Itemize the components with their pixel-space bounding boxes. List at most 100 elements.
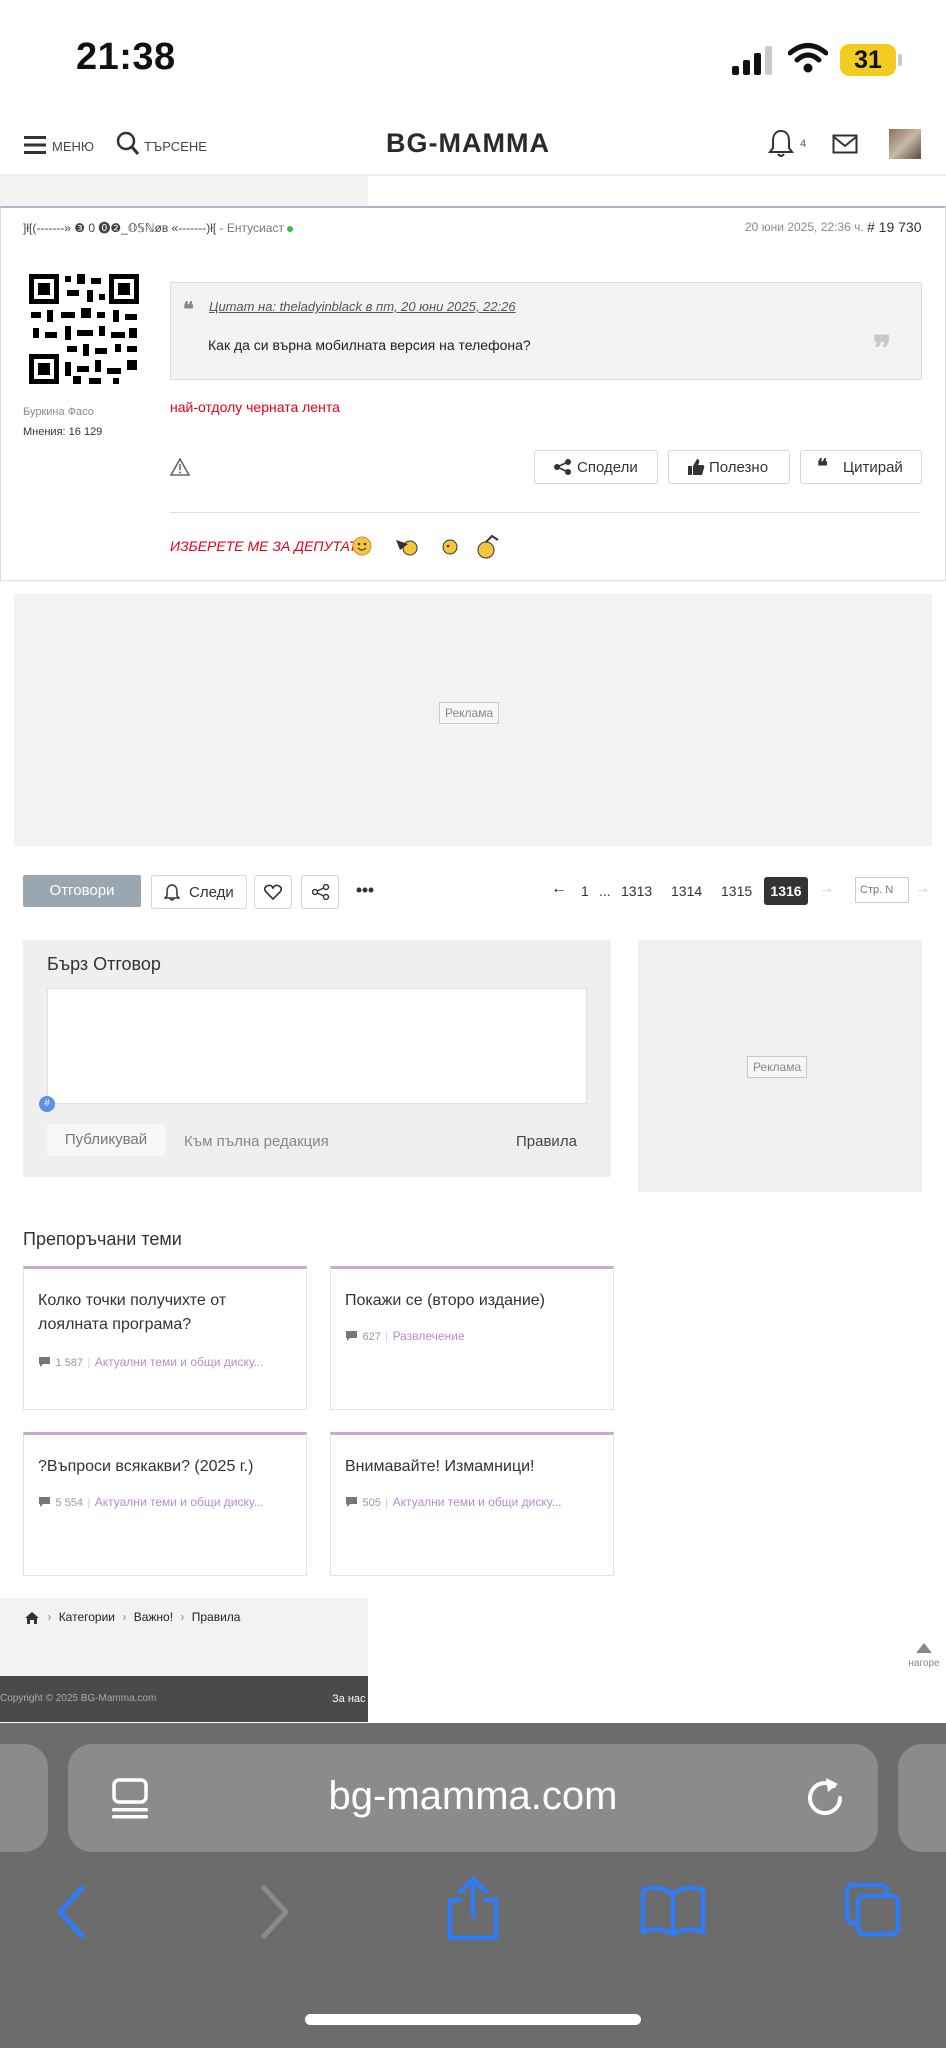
comment-icon xyxy=(346,1330,357,1341)
recommended-card-meta: 5 554 | Актуални теми и общи диску... xyxy=(38,1493,264,1511)
breadcrumb-item[interactable]: Правила xyxy=(192,1610,241,1624)
address-bar[interactable]: bg-mamma.com xyxy=(68,1744,878,1852)
quote-button[interactable]: ❝ Цитирай xyxy=(800,450,922,484)
menu-label: МЕНЮ xyxy=(52,139,95,154)
recommended-card[interactable]: Покажи се (второ издание) 627 | Развлече… xyxy=(330,1266,614,1410)
home-indicator[interactable] xyxy=(305,2014,641,2025)
ad-banner[interactable]: Реклама xyxy=(14,594,932,846)
recommended-category[interactable]: Актуални теми и общи диску... xyxy=(95,1355,264,1369)
post-author-name[interactable]: ]ł[(-------» ❸ 0 ⓿❷_𝕆𝕊ℕøв «-------)ł[ xyxy=(23,221,216,235)
footer-copyright: Copyright © 2025 BG-Mamma.com xyxy=(0,1693,157,1704)
recommended-card-title: ?Въпроси всякакви? (2025 г.) xyxy=(38,1458,254,1475)
share-icon xyxy=(554,459,571,475)
battery-tip xyxy=(898,54,902,66)
comment-count: 627 xyxy=(362,1331,381,1343)
bookmarks-icon[interactable] xyxy=(640,1884,706,1936)
hashtag-icon[interactable]: # xyxy=(39,1096,55,1112)
next-tab-preview[interactable] xyxy=(898,1744,946,1852)
page-1314[interactable]: 1314 xyxy=(671,883,702,899)
post-number[interactable]: # 19 730 xyxy=(867,219,922,235)
quote-label: Цитирай xyxy=(843,459,903,476)
reload-icon[interactable] xyxy=(804,1776,846,1820)
post-author-line: ]ł[(-------» ❸ 0 ⓿❷_𝕆𝕊ℕøв «-------)ł[ - … xyxy=(23,219,294,236)
post-quote: ❝ Цитат на: theladyinblack в пт, 20 юни … xyxy=(170,282,922,380)
recommended-card-title: Внимавайте! Измамници! xyxy=(345,1458,535,1475)
tabs-icon[interactable] xyxy=(844,1882,902,1938)
page-1313[interactable]: 1313 xyxy=(621,883,652,899)
search-label: ТЪРСЕНЕ xyxy=(144,139,207,154)
share-button[interactable]: Сподели xyxy=(534,450,658,484)
page-ellipsis: ... xyxy=(599,883,611,899)
breadcrumb-item[interactable]: Категории xyxy=(59,1610,115,1624)
post-author-rank: - Ентусиаст xyxy=(219,221,284,235)
go-page-arrow-icon[interactable]: → xyxy=(914,880,930,898)
opinions-label: Мнения: xyxy=(23,426,66,438)
page-number-input[interactable] xyxy=(855,877,909,903)
bell-icon[interactable] xyxy=(768,128,794,158)
rules-link[interactable]: Правила xyxy=(516,1133,577,1150)
quick-reply-title: Бърз Отговор xyxy=(47,954,161,974)
breadcrumb-item[interactable]: Важно! xyxy=(134,1610,173,1624)
author-location: Буркина Фасо xyxy=(23,406,94,418)
site-footer: Copyright © 2025 BG-Mamma.com За нас xyxy=(0,1676,368,1722)
recommended-card-title: Колко точки получихте от лоялната програ… xyxy=(38,1292,227,1333)
share-thread-button[interactable] xyxy=(301,875,339,909)
next-page-arrow-icon: → xyxy=(818,880,834,897)
gray-band xyxy=(0,176,368,206)
ad-sidebar[interactable]: Реклама xyxy=(638,940,922,1192)
online-indicator xyxy=(287,225,294,232)
share-outline-icon xyxy=(312,884,330,900)
site-logo[interactable]: BG-MAMMA xyxy=(386,128,550,159)
favorite-button[interactable] xyxy=(254,875,292,909)
wifi-icon xyxy=(788,43,828,73)
comment-icon xyxy=(346,1496,357,1507)
share-sheet-icon[interactable] xyxy=(446,1876,500,1942)
recommended-card[interactable]: Внимавайте! Измамници! 505 | Актуални те… xyxy=(330,1432,614,1576)
quote-citation[interactable]: Цитат на: theladyinblack в пт, 20 юни 20… xyxy=(209,299,516,314)
page-current[interactable]: 1316 xyxy=(764,877,808,905)
share-label: Сподели xyxy=(577,459,638,476)
follow-label: Следи xyxy=(189,884,234,901)
author-opinions: Мнения: 16 129 xyxy=(23,426,102,438)
user-avatar[interactable] xyxy=(889,129,921,159)
comment-count: 505 xyxy=(362,1497,381,1509)
full-edit-link[interactable]: Към пълна редакция xyxy=(184,1133,329,1150)
author-avatar-qr[interactable] xyxy=(27,272,141,386)
recommended-category[interactable]: Актуални теми и общи диску... xyxy=(393,1495,562,1509)
recommended-title: Препоръчани теми xyxy=(23,1229,182,1249)
recommended-card[interactable]: ?Въпроси всякакви? (2025 г.) 5 554 | Акт… xyxy=(23,1432,307,1576)
signature-divider xyxy=(170,512,920,513)
status-time: 21:38 xyxy=(76,36,176,78)
page-1315[interactable]: 1315 xyxy=(721,883,752,899)
follow-button[interactable]: Следи xyxy=(151,875,247,909)
battery-indicator: 31 xyxy=(840,44,896,76)
prev-page-arrow-icon[interactable]: ← xyxy=(551,880,567,898)
home-icon[interactable] xyxy=(24,1611,40,1625)
opinions-count: 16 129 xyxy=(68,426,103,438)
url-text: bg-mamma.com xyxy=(328,1774,618,1818)
recommended-card[interactable]: Колко точки получихте от лоялната програ… xyxy=(23,1266,307,1410)
more-options-icon[interactable] xyxy=(356,886,374,894)
reply-button[interactable]: Отговори xyxy=(23,875,141,907)
bell-outline-icon xyxy=(164,884,180,901)
report-warning-icon[interactable] xyxy=(170,458,190,476)
recommended-category[interactable]: Актуални теми и общи диску... xyxy=(95,1495,264,1509)
arrow-up-icon xyxy=(916,1643,932,1653)
useful-button[interactable]: Полезно xyxy=(668,450,790,484)
recommended-card-title: Покажи се (второ издание) xyxy=(345,1292,545,1309)
breadcrumb: › Категории › Важно! › Правила xyxy=(24,1610,240,1625)
back-icon[interactable] xyxy=(54,1884,88,1940)
page-1[interactable]: 1 xyxy=(581,883,589,899)
footer-about-link[interactable]: За нас xyxy=(332,1693,366,1705)
useful-label: Полезно xyxy=(709,459,769,476)
search-button[interactable]: ТЪРСЕНЕ xyxy=(116,131,216,159)
mail-icon[interactable] xyxy=(832,134,858,154)
cellular-signal-icon xyxy=(732,46,772,75)
thumbs-up-icon xyxy=(688,459,705,475)
prev-tab-preview[interactable] xyxy=(0,1744,48,1852)
comment-count: 5 554 xyxy=(55,1497,83,1509)
recommended-category[interactable]: Развлечение xyxy=(393,1329,465,1343)
back-to-top-button[interactable]: нагоре xyxy=(904,1640,944,1669)
publish-button[interactable]: Публикувай xyxy=(47,1124,165,1156)
quick-reply-textarea[interactable] xyxy=(47,988,587,1104)
